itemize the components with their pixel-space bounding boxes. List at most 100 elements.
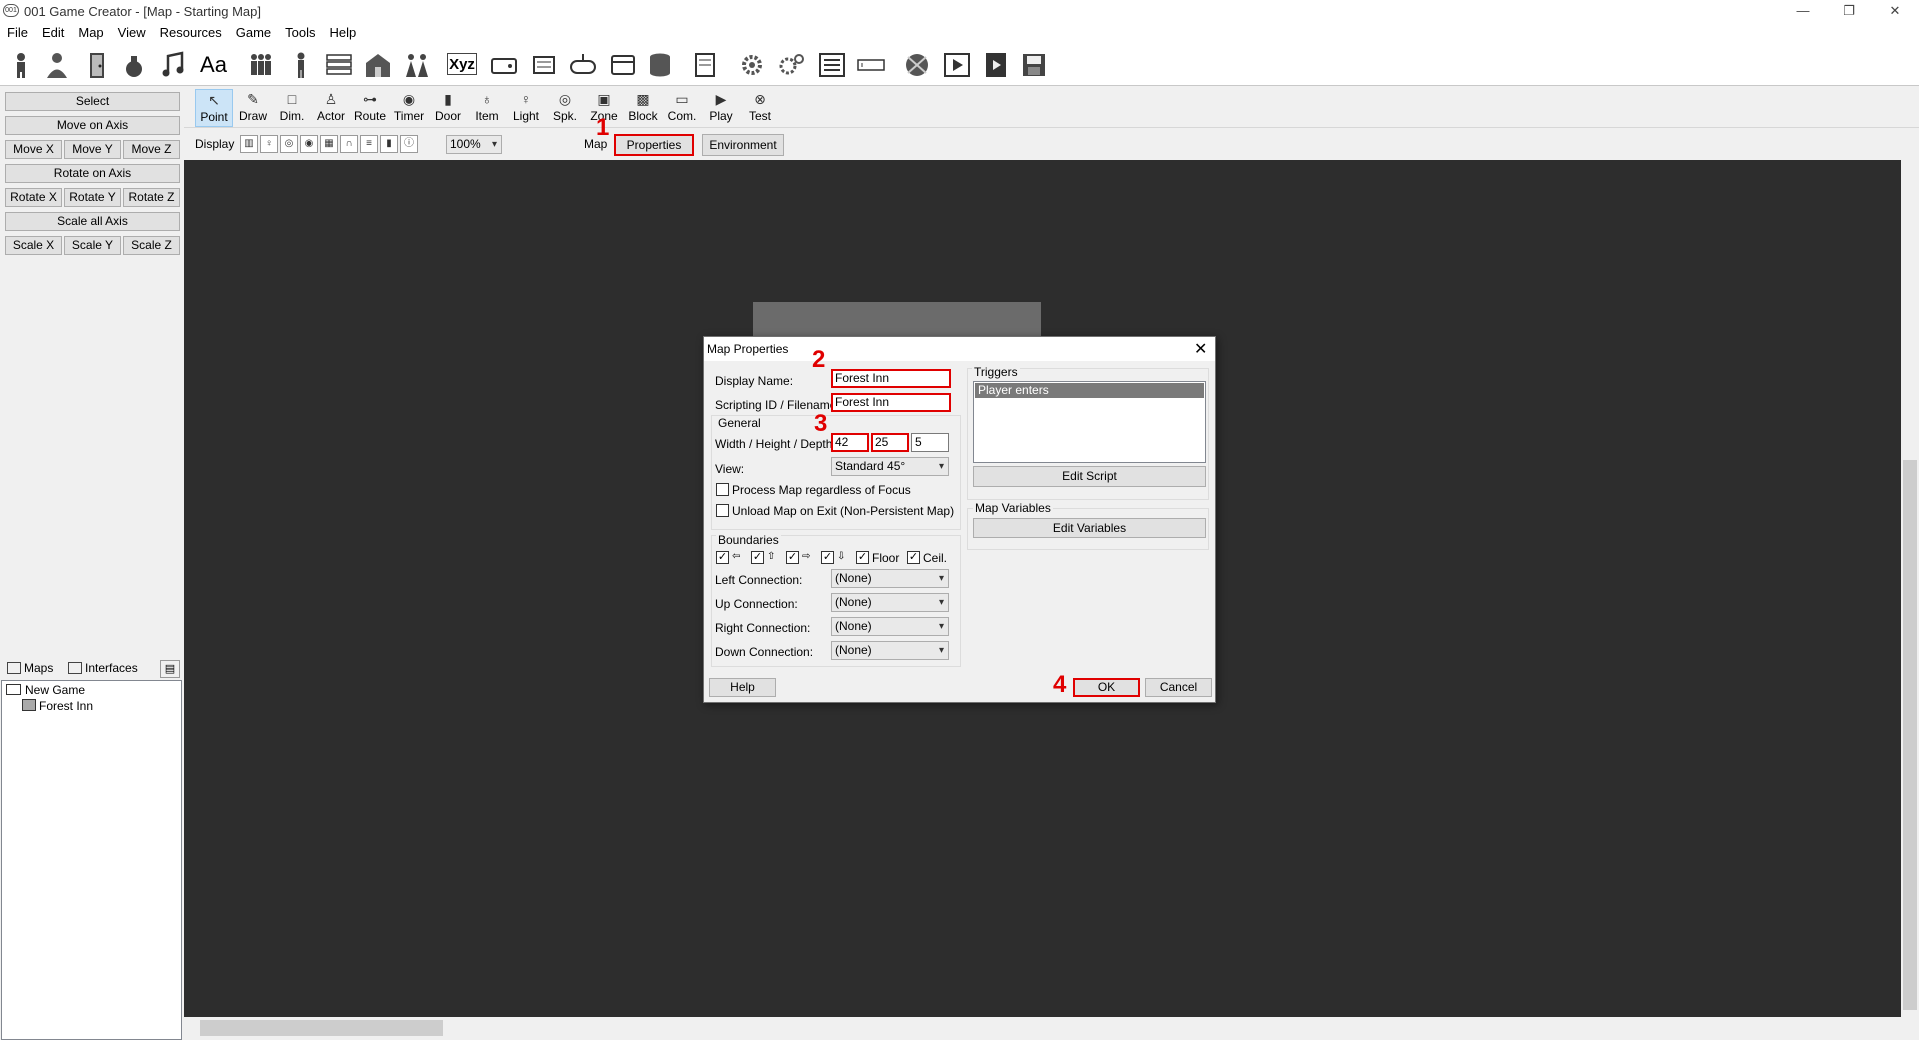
boundary-down-checkbox[interactable]: ✓ <box>821 551 834 564</box>
boundary-right-checkbox[interactable]: ✓ <box>786 551 799 564</box>
gamepad-icon[interactable] <box>566 49 599 80</box>
tool-timer[interactable]: ◉ Timer <box>390 89 428 127</box>
menu-game[interactable]: Game <box>229 22 278 40</box>
font-icon[interactable]: Aa <box>197 49 230 80</box>
tree-root[interactable]: New Game <box>6 683 85 697</box>
up-connection-select[interactable]: (None) ▾ <box>831 593 949 612</box>
tool-dim[interactable]: □ Dim. <box>273 89 311 127</box>
down-connection-select[interactable]: (None) ▾ <box>831 641 949 660</box>
properties-button[interactable]: Properties <box>614 134 694 156</box>
gear-icon[interactable] <box>735 49 768 80</box>
environment-button[interactable]: Environment <box>702 134 784 156</box>
run-icon[interactable] <box>979 49 1012 80</box>
unload-exit-checkbox[interactable] <box>716 504 729 517</box>
rotate-y-button[interactable]: Rotate Y <box>64 188 121 207</box>
zoom-select[interactable]: 100% ▾ <box>446 135 502 154</box>
block-toggle-icon[interactable]: ▮ <box>380 135 398 153</box>
floor-checkbox[interactable]: ✓ <box>856 551 869 564</box>
layers-toggle-icon[interactable]: ≡ <box>360 135 378 153</box>
menu-resources[interactable]: Resources <box>153 22 229 40</box>
height-field[interactable]: 25 <box>871 433 909 452</box>
edit-variables-button[interactable]: Edit Variables <box>973 518 1206 538</box>
item-bag-icon[interactable] <box>117 49 150 80</box>
horizontal-scroll-thumb[interactable] <box>200 1020 443 1036</box>
scale-all-axis-button[interactable]: Scale all Axis <box>5 212 180 231</box>
process-focus-checkbox[interactable] <box>716 483 729 496</box>
menu-view[interactable]: View <box>111 22 153 40</box>
restore-button[interactable]: ❐ <box>1826 0 1872 22</box>
tab-interfaces[interactable]: Interfaces <box>68 658 148 679</box>
menu-edit[interactable]: Edit <box>35 22 71 40</box>
tree-item-forest-inn[interactable]: Forest Inn <box>22 699 93 713</box>
tool-comment[interactable]: ▭ Com. <box>663 89 701 127</box>
move-x-button[interactable]: Move X <box>5 140 62 159</box>
person-icon[interactable] <box>284 49 317 80</box>
close-window-button[interactable]: ✕ <box>1872 0 1918 22</box>
xyz-icon[interactable]: Xyz <box>447 53 477 75</box>
book-icon[interactable] <box>688 49 721 80</box>
triggers-list[interactable]: Player enters <box>973 381 1206 463</box>
move-y-button[interactable]: Move Y <box>64 140 121 159</box>
database-icon[interactable] <box>643 49 676 80</box>
depth-field[interactable]: 5 <box>911 433 949 452</box>
door-icon[interactable] <box>80 49 113 80</box>
list-icon[interactable] <box>322 49 355 80</box>
info-toggle-icon[interactable]: ⓘ <box>400 135 418 153</box>
arch-toggle-icon[interactable]: ∩ <box>340 135 358 153</box>
fighters-icon[interactable] <box>400 49 433 80</box>
rotate-x-button[interactable]: Rotate X <box>5 188 62 207</box>
gears-icon[interactable] <box>775 49 808 80</box>
rotate-z-button[interactable]: Rotate Z <box>123 188 180 207</box>
tool-draw[interactable]: ✎ Draw <box>234 89 272 127</box>
actor-icon[interactable] <box>4 49 37 80</box>
scale-y-button[interactable]: Scale Y <box>64 236 121 255</box>
display-name-field[interactable]: Forest Inn <box>831 369 951 388</box>
building-icon[interactable] <box>361 49 394 80</box>
play-icon[interactable] <box>940 49 973 80</box>
left-connection-select[interactable]: (None) ▾ <box>831 569 949 588</box>
menu-help[interactable]: Help <box>323 22 364 40</box>
minimize-button[interactable]: — <box>1780 0 1826 22</box>
cancel-button[interactable]: Cancel <box>1145 678 1212 697</box>
scripting-id-field[interactable]: Forest Inn <box>831 393 951 412</box>
width-field[interactable]: 42 <box>831 433 869 452</box>
character-icon[interactable] <box>40 49 73 80</box>
scale-x-button[interactable]: Scale X <box>5 236 62 255</box>
ceil-checkbox[interactable]: ✓ <box>907 551 920 564</box>
scroll-icon[interactable] <box>527 49 560 80</box>
move-on-axis-button[interactable]: Move on Axis <box>5 116 180 135</box>
boundary-left-checkbox[interactable]: ✓ <box>716 551 729 564</box>
boundary-up-checkbox[interactable]: ✓ <box>751 551 764 564</box>
help-button[interactable]: Help <box>709 678 776 697</box>
speaker-toggle-icon[interactable]: ◎ <box>280 135 298 153</box>
tool-item[interactable]: ♁ Item <box>468 89 506 127</box>
vertical-scroll-thumb[interactable] <box>1903 460 1917 1010</box>
edit-script-button[interactable]: Edit Script <box>973 466 1206 487</box>
group-icon[interactable] <box>244 49 277 80</box>
trigger-item[interactable]: Player enters <box>975 383 1204 398</box>
move-z-button[interactable]: Move Z <box>123 140 180 159</box>
rotate-on-axis-button[interactable]: Rotate on Axis <box>5 164 180 183</box>
tool-route[interactable]: ⊶ Route <box>351 89 389 127</box>
input-icon[interactable] <box>854 49 887 80</box>
menu-file[interactable]: File <box>0 22 35 40</box>
tool-light[interactable]: ♀ Light <box>507 89 545 127</box>
new-map-icon[interactable]: ▤ <box>160 660 180 678</box>
tool-door[interactable]: ▮ Door <box>429 89 467 127</box>
settings-list-icon[interactable] <box>815 49 848 80</box>
panel-icon[interactable] <box>606 49 639 80</box>
sound-toggle-icon[interactable]: ◉ <box>300 135 318 153</box>
tool-actor[interactable]: ♙ Actor <box>312 89 350 127</box>
globe-icon[interactable] <box>900 49 933 80</box>
music-icon[interactable] <box>156 49 189 80</box>
view-select[interactable]: Standard 45° ▾ <box>831 457 949 476</box>
tool-test[interactable]: ⊗ Test <box>741 89 779 127</box>
film-icon[interactable]: ▥ <box>240 135 258 153</box>
drive-icon[interactable] <box>487 49 520 80</box>
tool-speaker[interactable]: ◎ Spk. <box>546 89 584 127</box>
tool-play[interactable]: ▶ Play <box>702 89 740 127</box>
menu-map[interactable]: Map <box>71 22 110 40</box>
dialog-close-icon[interactable]: ✕ <box>1194 339 1207 359</box>
menu-tools[interactable]: Tools <box>278 22 322 40</box>
tab-maps[interactable]: Maps <box>7 658 65 679</box>
